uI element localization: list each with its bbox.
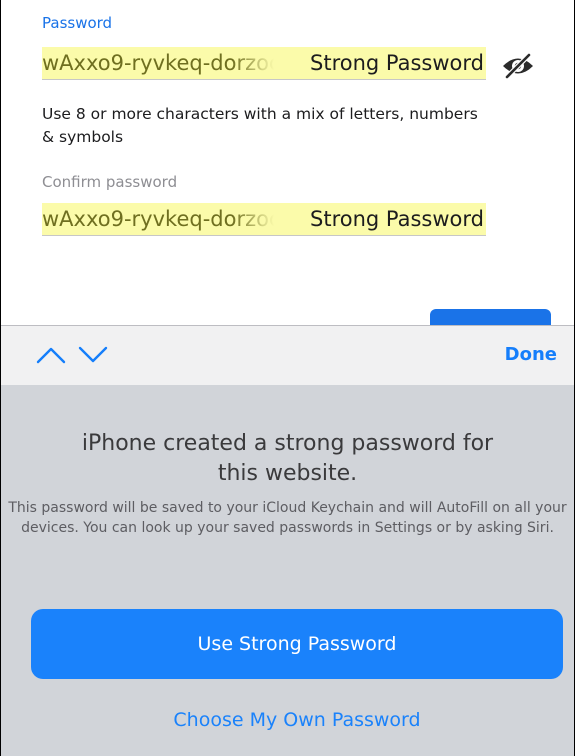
confirm-password-value: wAxxo9-ryvkeq-dorzoc bbox=[42, 207, 281, 231]
choose-own-password-button[interactable]: Choose My Own Password bbox=[31, 709, 563, 731]
strong-password-panel: iPhone created a strong password for thi… bbox=[0, 385, 575, 756]
chevron-down-icon bbox=[78, 346, 108, 363]
show-password-toggle[interactable] bbox=[500, 50, 536, 82]
screen: Password wAxxo9-ryvkeq-dorzoc Strong Pas… bbox=[0, 0, 575, 756]
password-value: wAxxo9-ryvkeq-dorzoc bbox=[42, 51, 281, 75]
confirm-password-strength-label: Strong Password bbox=[310, 207, 484, 231]
password-field[interactable]: wAxxo9-ryvkeq-dorzoc Strong Password bbox=[42, 47, 486, 80]
password-requirements-hint: Use 8 or more characters with a mix of l… bbox=[42, 105, 478, 146]
password-strength-label: Strong Password bbox=[310, 51, 484, 75]
next-field-button[interactable] bbox=[76, 340, 110, 370]
previous-field-button[interactable] bbox=[34, 340, 68, 370]
password-label: Password bbox=[42, 14, 113, 32]
eye-slash-icon bbox=[503, 52, 533, 80]
keyboard-accessory-bar: Done bbox=[0, 325, 575, 385]
chevron-up-icon bbox=[36, 347, 66, 364]
confirm-password-field[interactable]: wAxxo9-ryvkeq-dorzoc Strong Password bbox=[42, 203, 486, 236]
suggestion-title: iPhone created a strong password for thi… bbox=[81, 431, 494, 486]
frame-border-left bbox=[0, 0, 1, 756]
confirm-password-label: Confirm password bbox=[42, 173, 178, 191]
done-button[interactable]: Done bbox=[505, 344, 557, 365]
suggestion-description: This password will be saved to your iClo… bbox=[8, 500, 567, 536]
use-strong-password-button[interactable]: Use Strong Password bbox=[31, 609, 563, 679]
signup-form: Password wAxxo9-ryvkeq-dorzoc Strong Pas… bbox=[0, 0, 575, 339]
